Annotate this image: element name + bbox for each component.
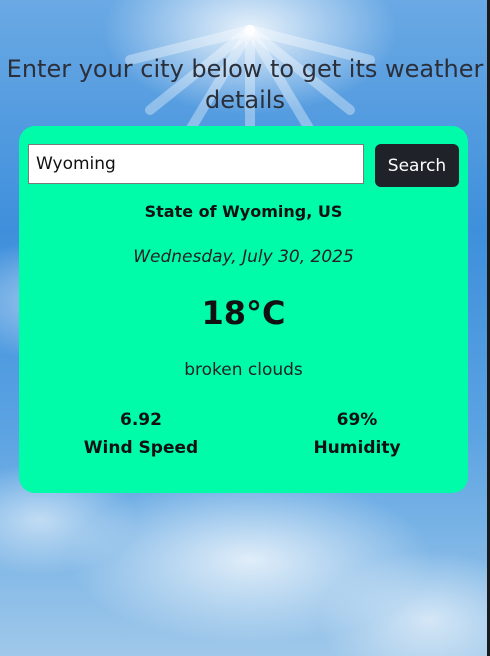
- page-title: Enter your city below to get its weather…: [6, 55, 484, 114]
- wind-speed-stat: 6.92 Wind Speed: [41, 406, 241, 462]
- wind-speed-label: Wind Speed: [83, 438, 199, 458]
- humidity-value: 69%: [336, 410, 378, 430]
- wind-speed-value: 6.92: [120, 410, 162, 430]
- city-search-input[interactable]: [28, 144, 364, 184]
- search-button[interactable]: Search: [375, 144, 459, 187]
- weather-description: broken clouds: [184, 360, 303, 380]
- humidity-stat: 69% Humidity: [257, 406, 457, 462]
- temperature-value: 18°C: [201, 294, 286, 332]
- humidity-label: Humidity: [313, 438, 401, 458]
- weather-card: Search State of Wyoming, US Wednesday, J…: [19, 126, 468, 493]
- location-name: State of Wyoming, US: [144, 202, 343, 221]
- current-date: Wednesday, July 30, 2025: [133, 247, 354, 267]
